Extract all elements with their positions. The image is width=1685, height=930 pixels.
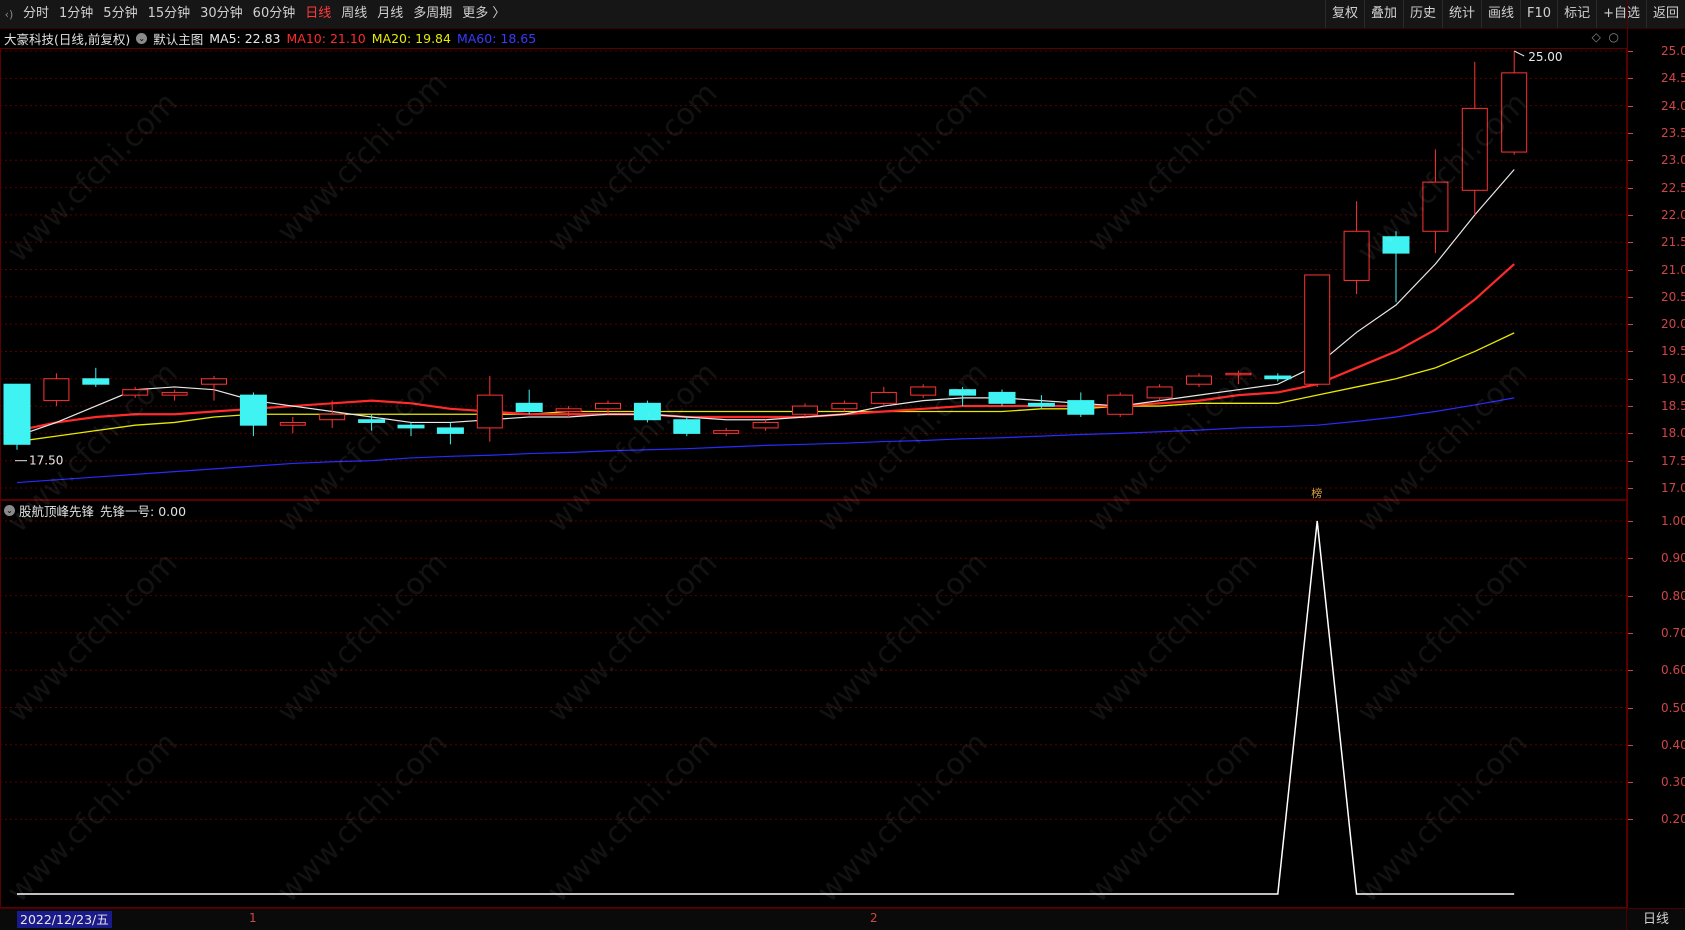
indicator-tick-label: 0.70 (1661, 625, 1685, 640)
candle-body (555, 408, 582, 413)
price-tick-label: 17.00 (1661, 481, 1685, 495)
candle-body (201, 378, 227, 385)
indicator-tick-label: 0.90 (1661, 551, 1685, 566)
candle-body (831, 402, 858, 410)
price-tick-label: 24.00 (1661, 98, 1685, 113)
candle-body (713, 430, 740, 434)
candle-body (436, 427, 464, 434)
candle-body (595, 402, 621, 410)
indicator-tick-label: 0.50 (1661, 700, 1685, 715)
candle-body (358, 419, 386, 423)
price-tick-label: 18.00 (1661, 426, 1685, 441)
price-axis: 17.00 17.50 18.00 18.50 19.00 19.50 20.00 20.50… (1627, 0, 1685, 500)
candle-body (1027, 402, 1055, 407)
price-tick-label: 19.50 (1661, 344, 1685, 359)
candle-body (1186, 375, 1212, 385)
candle-body (910, 386, 937, 396)
candle-body (792, 405, 818, 415)
low-price-label: 17.50 (29, 454, 63, 468)
price-tick-label: 24.50 (1661, 71, 1685, 86)
price-tick-label: 22.00 (1661, 207, 1685, 222)
indicator-panel-frame (0, 500, 1627, 908)
high-price-label: 25.00 (1528, 50, 1562, 64)
candle-body (279, 421, 306, 426)
indicator-tick-label: 0.60 (1661, 663, 1685, 678)
candle-body (82, 378, 110, 385)
indicator-tick-label: 0.40 (1661, 737, 1685, 752)
price-tick-label: 20.50 (1661, 289, 1685, 304)
indicator-tick-label: 0.80 (1661, 588, 1685, 603)
candle-body (988, 391, 1016, 404)
candle-body (1304, 274, 1331, 385)
candle-body (633, 402, 661, 421)
time-axis-bar: 2022/12/23/五 1 2 日线 (0, 908, 1685, 930)
kline-chart[interactable]: 25.00 17.50 榜 (0, 0, 1627, 908)
price-tick-label: 21.00 (1661, 262, 1685, 277)
price-tick-label: 18.50 (1661, 399, 1685, 414)
price-tick-label: 25.00 (1661, 44, 1685, 58)
candle-body (1225, 372, 1252, 376)
time-marker-2: 2 (870, 911, 878, 925)
candle-body (476, 394, 503, 429)
candle-body (43, 378, 70, 402)
cursor-date[interactable]: 2022/12/23/五 (17, 911, 112, 928)
time-marker-1: 1 (249, 911, 257, 925)
price-tick-label: 19.00 (1661, 371, 1685, 386)
candle-body (1264, 375, 1292, 380)
price-tick-label: 23.50 (1661, 125, 1685, 140)
price-tick-label: 17.50 (1661, 453, 1685, 468)
candle-body (1501, 72, 1528, 153)
candle-body (1343, 230, 1370, 281)
candle-body (122, 389, 149, 396)
price-tick-label: 21.50 (1661, 235, 1685, 250)
candle-body (515, 402, 543, 413)
candle-body (1422, 181, 1449, 232)
axis-divider (1627, 0, 1628, 908)
price-tick-label: 23.00 (1661, 153, 1685, 168)
candle-body (1382, 236, 1410, 254)
price-tick-label: 20.00 (1661, 317, 1685, 332)
candle-body (1461, 107, 1488, 191)
current-period[interactable]: 日线 (1626, 909, 1685, 930)
candle-body (1146, 386, 1173, 399)
candle-body (949, 389, 977, 396)
candle-body (1067, 400, 1095, 415)
high-pointer (1513, 50, 1525, 57)
candle-body (673, 419, 701, 434)
indicator-axis: 0.20 0.30 0.40 0.50 0.60 0.70 0.80 0.90 1.00 (1627, 500, 1685, 908)
candle-body (239, 394, 267, 426)
candle-body (319, 413, 346, 421)
candle-body (752, 421, 779, 429)
indicator-tick-label: 0.30 (1661, 775, 1685, 790)
candle-body (3, 383, 31, 445)
price-tick-label: 22.50 (1661, 180, 1685, 195)
candle-body (161, 391, 188, 396)
candle-body (1107, 394, 1134, 415)
candle-body (397, 424, 425, 429)
main-panel-frame (0, 48, 1627, 500)
indicator-tick-label: 1.00 (1661, 514, 1685, 528)
candle-body (870, 391, 897, 404)
event-marker: 榜 (1311, 486, 1322, 500)
indicator-tick-label: 0.20 (1661, 812, 1685, 827)
